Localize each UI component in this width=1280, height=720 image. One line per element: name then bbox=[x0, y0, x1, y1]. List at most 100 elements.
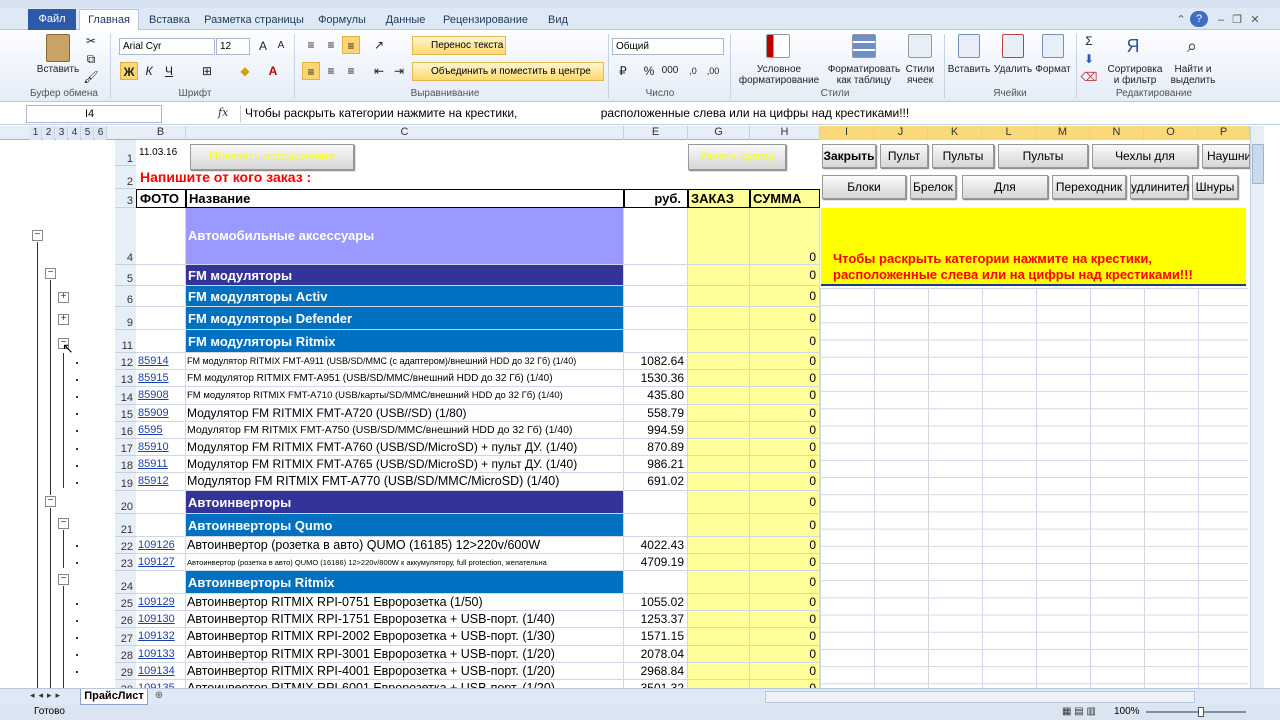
grow-font-icon[interactable]: A bbox=[254, 37, 272, 55]
category-name[interactable]: FM модуляторы bbox=[186, 265, 624, 286]
font-size-select[interactable]: 12 bbox=[216, 38, 250, 55]
format-as-table-button[interactable]: Форматировать как таблицу bbox=[826, 64, 902, 86]
item-code-link[interactable]: 109127 bbox=[136, 553, 186, 571]
name-box[interactable]: I4 bbox=[26, 105, 162, 123]
category-name[interactable]: FM модуляторы Defender bbox=[186, 307, 624, 330]
minimize-ribbon-icon[interactable]: ⌃ bbox=[1172, 11, 1190, 30]
nav-button-remote[interactable]: Пульт bbox=[880, 144, 928, 168]
nav-button-headphones[interactable]: Наушни bbox=[1202, 144, 1250, 168]
col-header-p[interactable]: P bbox=[1198, 126, 1250, 140]
nav-button-extension[interactable]: удлинител bbox=[1130, 175, 1189, 199]
align-left-icon[interactable]: ≡ bbox=[302, 62, 320, 80]
item-code-link[interactable]: 109132 bbox=[136, 628, 186, 646]
expand-group-icon[interactable]: + bbox=[58, 314, 69, 325]
align-top-icon[interactable]: ≡ bbox=[302, 36, 320, 54]
row-header[interactable]: 17 bbox=[115, 439, 136, 457]
help-icon[interactable]: ? bbox=[1190, 11, 1208, 27]
row-header[interactable]: 25 bbox=[115, 594, 136, 612]
item-code-link[interactable]: 85909 bbox=[136, 404, 186, 422]
sort-filter-button[interactable]: Сортировка и фильтр bbox=[1104, 64, 1166, 86]
col-header-g[interactable]: G bbox=[688, 126, 750, 140]
fill-color-icon[interactable]: ◆ bbox=[236, 62, 254, 80]
cut-icon[interactable]: ✂ bbox=[82, 32, 100, 50]
format-painter-icon[interactable]: 🖌 bbox=[82, 68, 100, 86]
new-sheet-icon[interactable]: ⊕ bbox=[150, 690, 168, 704]
nav-button-keychain[interactable]: Брелок bbox=[910, 175, 956, 199]
col-header-o[interactable]: O bbox=[1144, 126, 1198, 140]
order-qty-cell[interactable] bbox=[688, 662, 750, 680]
col-header-l[interactable]: L bbox=[982, 126, 1036, 140]
collapse-group-icon[interactable]: − bbox=[45, 268, 56, 279]
cell-styles-button[interactable]: Стили ячеек bbox=[900, 64, 940, 86]
item-code-link[interactable]: 6595 bbox=[136, 421, 186, 439]
row-header[interactable]: 1 bbox=[115, 140, 136, 166]
paste-button[interactable]: Вставить bbox=[34, 64, 82, 75]
row-header[interactable]: 24 bbox=[115, 571, 136, 594]
nav-button-blocks[interactable]: Блоки bbox=[822, 175, 906, 199]
row-header[interactable]: 23 bbox=[115, 553, 136, 571]
delete-cells-button[interactable]: Удалить bbox=[992, 64, 1034, 75]
bold-button[interactable]: Ж bbox=[120, 62, 138, 80]
item-code-link[interactable]: 109130 bbox=[136, 611, 186, 629]
row-header[interactable]: 14 bbox=[115, 387, 136, 405]
order-qty-cell[interactable] bbox=[688, 594, 750, 612]
item-code-link[interactable]: 85911 bbox=[136, 456, 186, 474]
category-name[interactable]: Автоинверторы bbox=[186, 490, 624, 514]
increase-indent-icon[interactable]: ⇥ bbox=[390, 62, 408, 80]
order-qty-cell[interactable] bbox=[688, 628, 750, 646]
nav-button-for[interactable]: Для bbox=[962, 175, 1048, 199]
item-code-link[interactable]: 109133 bbox=[136, 645, 186, 663]
row-header[interactable]: 26 bbox=[115, 611, 136, 629]
vertical-scrollbar[interactable] bbox=[1250, 126, 1264, 688]
col-header-n[interactable]: N bbox=[1090, 126, 1144, 140]
currency-icon[interactable]: ₽ bbox=[614, 62, 632, 80]
insert-cells-icon[interactable] bbox=[958, 34, 980, 58]
nav-button-cases[interactable]: Чехлы для bbox=[1092, 144, 1198, 168]
increase-decimal-icon[interactable]: ,0 bbox=[684, 62, 702, 80]
italic-button[interactable]: К bbox=[140, 62, 158, 80]
outline-level-1[interactable]: 1 bbox=[30, 126, 42, 140]
order-qty-cell[interactable] bbox=[688, 456, 750, 474]
col-header-j[interactable]: J bbox=[874, 126, 928, 140]
outline-level-4[interactable]: 4 bbox=[69, 126, 81, 140]
thousands-button[interactable]: 000 bbox=[658, 62, 682, 80]
col-header-c[interactable]: C bbox=[186, 126, 624, 140]
nav-button-remotes-2[interactable]: Пульты bbox=[998, 144, 1088, 168]
nav-button-close[interactable]: Закрыть bbox=[822, 144, 876, 168]
formula-input[interactable]: Чтобы раскрыть категории нажмите на крес… bbox=[240, 105, 1250, 123]
align-right-icon[interactable]: ≡ bbox=[342, 62, 360, 80]
outline-level-2[interactable]: 2 bbox=[43, 126, 55, 140]
nav-button-remotes[interactable]: Пульты bbox=[932, 144, 994, 168]
category-name[interactable]: FM модуляторы Ritmix bbox=[186, 330, 624, 353]
borders-icon[interactable]: ⊞ bbox=[198, 62, 216, 80]
format-as-table-icon[interactable] bbox=[852, 34, 876, 58]
col-header-i[interactable]: I bbox=[820, 126, 874, 140]
calc-sum-button[interactable]: Узнать сумму bbox=[688, 144, 786, 170]
category-name[interactable]: FM модуляторы Activ bbox=[186, 286, 624, 307]
fx-button[interactable]: fx bbox=[218, 106, 236, 122]
clear-icon[interactable]: ⌫ bbox=[1080, 68, 1098, 86]
orientation-icon[interactable]: ↗ bbox=[370, 36, 388, 54]
autosum-icon[interactable]: Σ bbox=[1080, 32, 1098, 50]
order-qty-cell[interactable] bbox=[688, 439, 750, 457]
tab-data[interactable]: Данные bbox=[378, 11, 433, 30]
category-name[interactable]: Автомобильные аксессуары bbox=[186, 208, 624, 265]
row-header[interactable]: 15 bbox=[115, 404, 136, 422]
shrink-font-icon[interactable]: A bbox=[272, 37, 290, 55]
item-code-link[interactable]: 109129 bbox=[136, 594, 186, 612]
expand-group-icon[interactable]: + bbox=[58, 292, 69, 303]
row-header[interactable]: 4 bbox=[115, 208, 136, 265]
nav-button-cords[interactable]: Шнуры bbox=[1192, 175, 1238, 199]
fill-icon[interactable]: ⬇ bbox=[1080, 50, 1098, 68]
row-header[interactable]: 20 bbox=[115, 490, 136, 514]
zoom-slider[interactable] bbox=[1146, 711, 1246, 713]
sheet-nav-arrows-icon[interactable]: ◂◂▸▸ bbox=[30, 690, 64, 701]
outline-level-3[interactable]: 3 bbox=[56, 126, 68, 140]
sheet-tab-pricelist[interactable]: ПрайсЛист bbox=[80, 689, 148, 705]
row-header[interactable]: 21 bbox=[115, 513, 136, 537]
find-select-icon[interactable]: ⌕ bbox=[1180, 34, 1204, 58]
conditional-format-button[interactable]: Условное форматирование bbox=[736, 64, 822, 86]
row-header[interactable]: 28 bbox=[115, 645, 136, 663]
cell-styles-icon[interactable] bbox=[908, 34, 932, 58]
order-qty-cell[interactable] bbox=[688, 421, 750, 439]
